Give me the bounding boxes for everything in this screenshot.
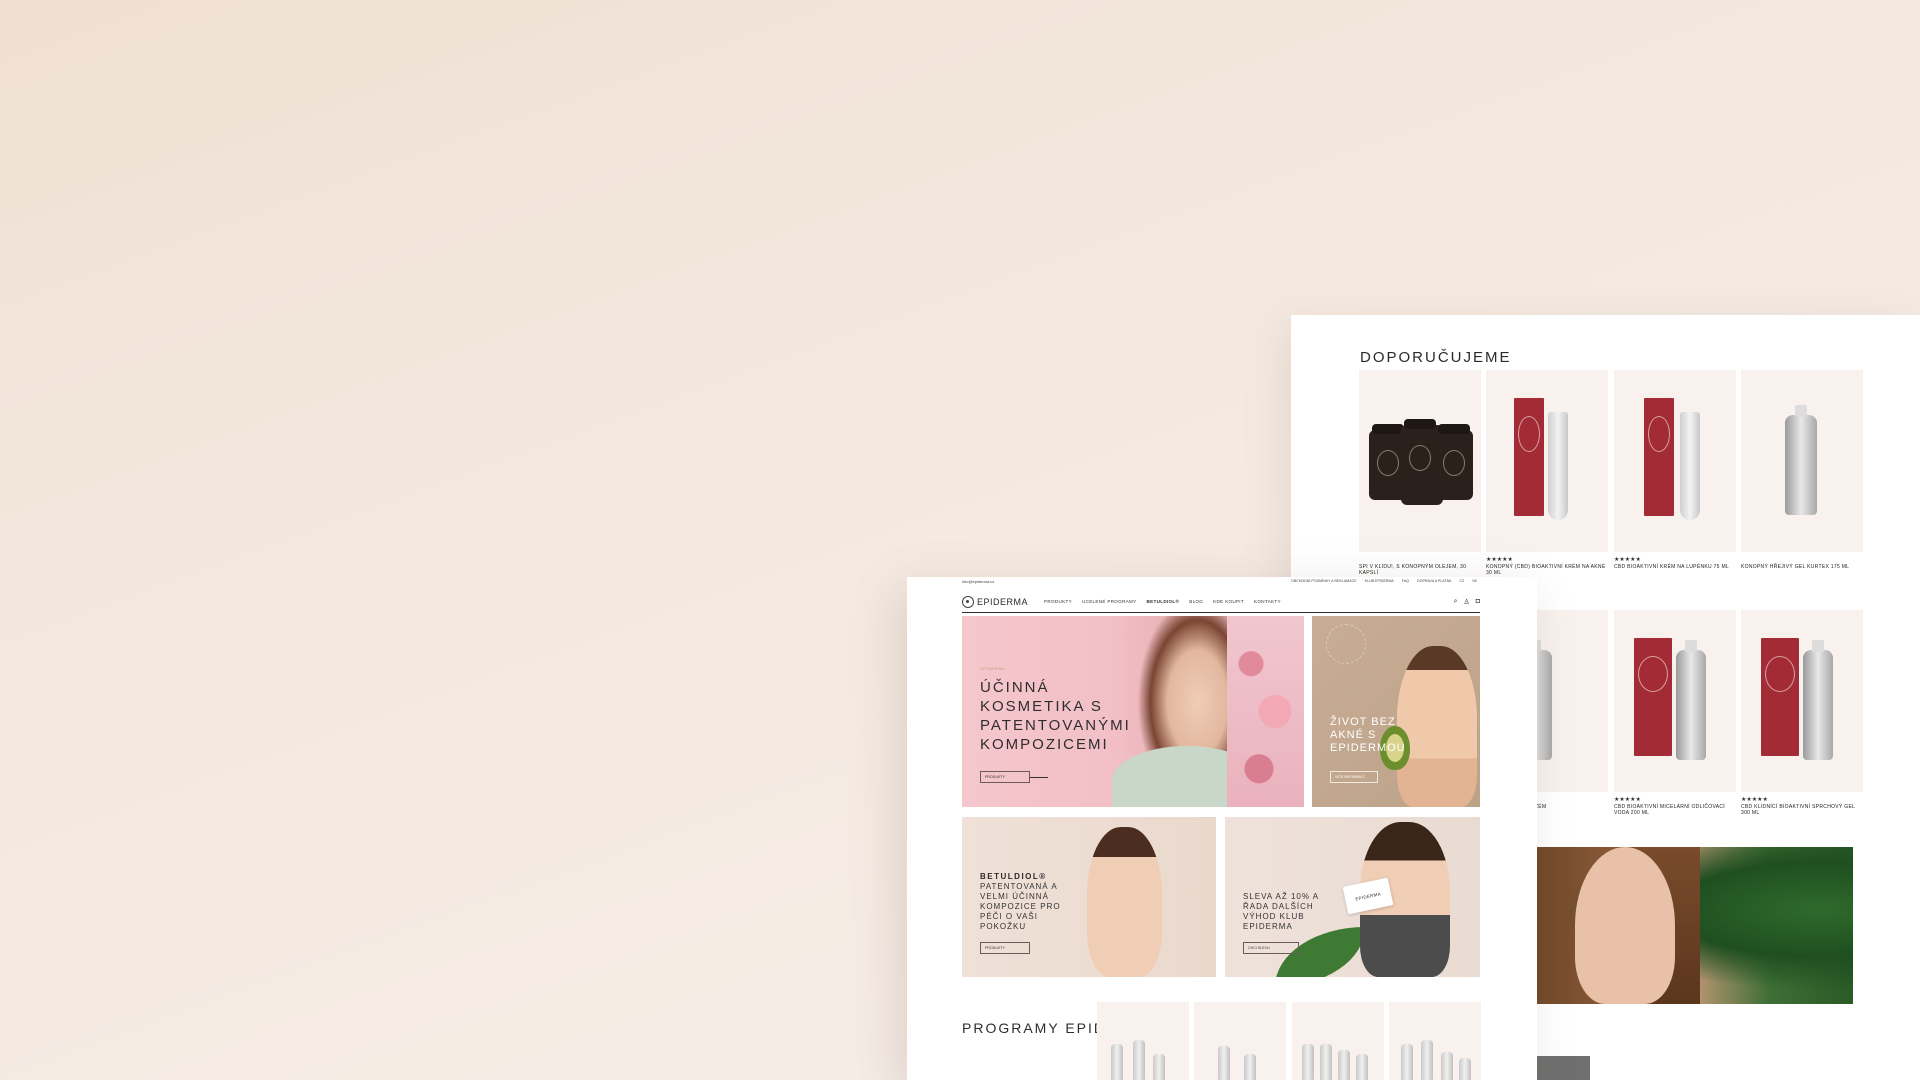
brand-logo[interactable]: EPIDERMA xyxy=(962,595,1029,608)
menu: PRODUKTY UCELENÉ PROGRAMY BETULDIOL® BLO… xyxy=(1044,599,1281,604)
product-image-capsules xyxy=(1359,370,1481,552)
hero-heading: ÚČINNÁ KOSMETIKA S PATENTOVANÝMI KOMPOZI… xyxy=(980,679,1131,753)
menu-item-blog[interactable]: BLOG xyxy=(1189,599,1203,604)
homepage-mockup: info@epiderma.cz OBCHODNÍ PODMÍNKY A REK… xyxy=(907,577,1537,1080)
product-rating: ★★★★★ xyxy=(1614,797,1641,803)
banner-woman-leaf[interactable] xyxy=(1520,847,1853,1004)
club-discount-button[interactable]: CHCI SLEVU xyxy=(1243,942,1299,954)
product-rating xyxy=(1741,556,1863,562)
arrow-icon xyxy=(1030,777,1048,778)
product-card[interactable]: KONOPNÝ HŘEJIVÝ GEL KURTEX 175 ML xyxy=(1741,370,1863,570)
recommended-title: DOPORUČUJEME xyxy=(1360,349,1512,366)
product-card[interactable]: ★★★★★ CBD BIOAKTIVNÍ KRÉM NA LUPÉNKU 75 … xyxy=(1614,370,1736,570)
menu-item-betuldiol[interactable]: BETULDIOL® xyxy=(1147,599,1180,604)
product-card[interactable]: ★★★★★ CBD KLIDNÍCÍ BIOAKTIVNÍ SPRCHOVÝ G… xyxy=(1741,610,1863,816)
product-rating: ★★★★★ xyxy=(1614,557,1641,563)
brand-name: EPIDERMA xyxy=(977,596,1029,607)
promo-club[interactable]: EPIDERMA SLEVA AŽ 10% A ŘADA DALŠÍCH VÝH… xyxy=(1225,817,1480,977)
product-image-shower-gel xyxy=(1741,610,1863,792)
menu-item-produkty[interactable]: PRODUKTY xyxy=(1044,599,1072,604)
product-card[interactable]: ★★★★★ CBD BIOAKTIVNÍ MICELÁRNÍ ODLIČOVAC… xyxy=(1614,610,1736,816)
menu-item-kde-koupit[interactable]: KDE KOUPIT xyxy=(1213,599,1244,604)
nav-icons: ⌕ ♙ ◘ xyxy=(1454,598,1480,606)
promo-betuldiol-title: BETULDIOL® xyxy=(980,872,1047,881)
product-rating: ★★★★★ xyxy=(1741,797,1768,803)
product-image-psoriasis-cream xyxy=(1614,370,1736,552)
top-link[interactable]: KLUB EPIDERMA xyxy=(1365,579,1394,583)
language-cz[interactable]: CZ xyxy=(1459,579,1464,583)
user-icon[interactable]: ♙ xyxy=(1463,598,1469,606)
product-rating xyxy=(1359,556,1481,562)
top-link[interactable]: FAQ xyxy=(1402,579,1409,583)
product-image-kurtex-gel xyxy=(1741,370,1863,552)
hero-banner-acne[interactable]: ŽIVOT BEZ AKNÉ S EPIDERMOU VÍCE INFORMAC… xyxy=(1312,616,1480,807)
product-card[interactable]: ★★★★★ KONOPNÝ (CBD) BIOAKTIVNÍ KRÉM NA A… xyxy=(1486,370,1608,576)
product-name[interactable]: SPI V KLIDU!, S KONOPNÝM OLEJEM, 30 KAPS… xyxy=(1359,564,1481,576)
top-links: OBCHODNÍ PODMÍNKY A REKLAMACE KLUB EPIDE… xyxy=(1291,579,1477,583)
product-card[interactable]: SPI V KLIDU!, S KONOPNÝM OLEJEM, 30 KAPS… xyxy=(1359,370,1481,576)
product-name[interactable]: CBD BIOAKTIVNÍ MICELÁRNÍ ODLIČOVACÍ VODA… xyxy=(1614,804,1736,816)
leaf-pattern xyxy=(1326,624,1366,664)
menu-item-kontakty[interactable]: KONTAKTY xyxy=(1254,599,1281,604)
product-name[interactable]: KONOPNÝ (CBD) BIOAKTIVNÍ KRÉM NA AKNÉ 30… xyxy=(1486,564,1608,576)
language-sk[interactable]: SK xyxy=(1472,579,1477,583)
program-card[interactable] xyxy=(1389,1002,1481,1080)
top-bar: info@epiderma.cz OBCHODNÍ PODMÍNKY A REK… xyxy=(907,577,1537,587)
main-navigation: EPIDERMA PRODUKTY UCELENÉ PROGRAMY BETUL… xyxy=(962,591,1480,613)
more-info-button[interactable]: VÍCE INFORMACÍ xyxy=(1330,771,1378,783)
hero-eyebrow: EPIDERMA xyxy=(980,666,1005,671)
promo-betuldiol[interactable]: BETULDIOL® PATENTOVANÁ A VELMI ÚČINNÁ KO… xyxy=(962,817,1216,977)
product-image-micellar-water xyxy=(1614,610,1736,792)
menu-item-programy[interactable]: UCELENÉ PROGRAMY xyxy=(1082,599,1137,604)
program-card[interactable] xyxy=(1194,1002,1286,1080)
promo-betuldiol-text: PATENTOVANÁ A VELMI ÚČINNÁ KOMPOZICE PRO… xyxy=(980,882,1061,931)
program-card[interactable] xyxy=(1292,1002,1384,1080)
top-link[interactable]: OBCHODNÍ PODMÍNKY A REKLAMACE xyxy=(1291,579,1357,583)
logo-icon xyxy=(962,595,974,608)
hero-side-heading: ŽIVOT BEZ AKNÉ S EPIDERMOU xyxy=(1330,716,1406,754)
orchid-flowers xyxy=(1227,616,1304,807)
product-name[interactable]: CBD BIOAKTIVNÍ KRÉM NA LUPÉNKU 75 ML xyxy=(1614,564,1736,570)
hero-products-button[interactable]: PRODUKTY xyxy=(980,771,1030,783)
promo-club-text: SLEVA AŽ 10% A ŘADA DALŠÍCH VÝHOD KLUB E… xyxy=(1243,892,1319,931)
search-icon[interactable]: ⌕ xyxy=(1454,598,1458,606)
top-link[interactable]: DOPRAVA A PLATBA xyxy=(1417,579,1451,583)
program-card[interactable] xyxy=(1097,1002,1189,1080)
product-name[interactable]: KONOPNÝ HŘEJIVÝ GEL KURTEX 175 ML xyxy=(1741,564,1863,570)
product-rating: ★★★★★ xyxy=(1486,557,1513,563)
product-name[interactable]: CBD KLIDNÍCÍ BIOAKTIVNÍ SPRCHOVÝ GEL 300… xyxy=(1741,804,1863,816)
hero-banner-main[interactable]: EPIDERMA ÚČINNÁ KOSMETIKA S PATENTOVANÝM… xyxy=(962,616,1304,807)
betuldiol-products-button[interactable]: PRODUKTY xyxy=(980,942,1030,954)
contact-email[interactable]: info@epiderma.cz xyxy=(962,579,994,584)
cart-icon[interactable]: ◘ xyxy=(1476,598,1480,606)
product-image-acne-cream xyxy=(1486,370,1608,552)
